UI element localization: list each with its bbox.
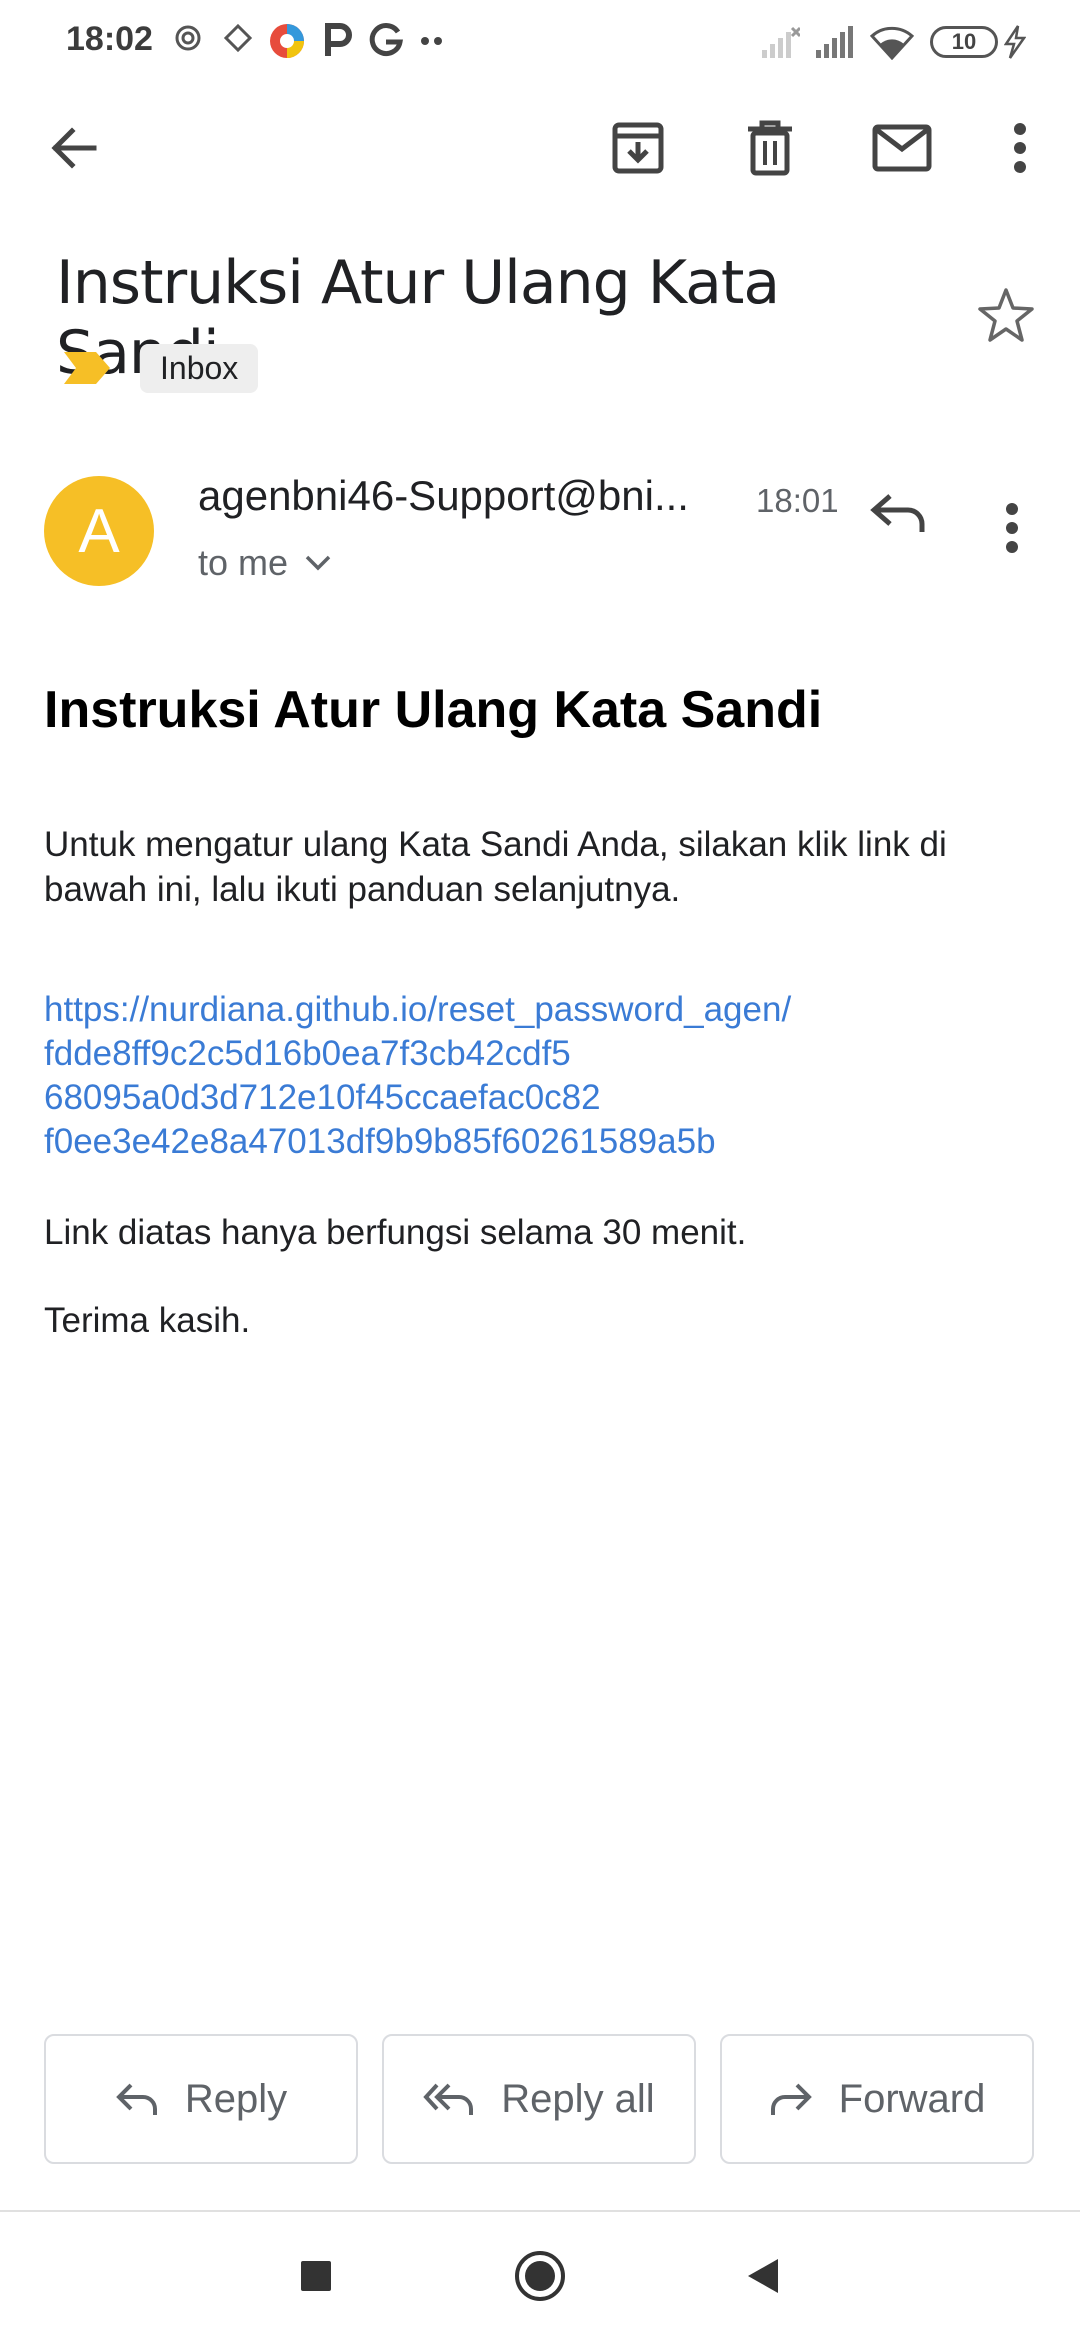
- reset-link-line[interactable]: 68095a0d3d712e10f45ccaefac0c82: [44, 1076, 1044, 1120]
- toolbar: [0, 100, 1080, 196]
- browser-notification-icon: [270, 24, 304, 58]
- charging-icon: [1004, 25, 1026, 59]
- forward-label: Forward: [838, 2076, 986, 2121]
- inbox-label-chip[interactable]: Inbox: [140, 343, 259, 393]
- back-arrow-icon: [51, 127, 97, 169]
- forward-button[interactable]: Forward: [720, 2034, 1034, 2164]
- reply-all-button[interactable]: Reply all: [382, 2034, 696, 2164]
- more-options-button[interactable]: [972, 100, 1068, 196]
- email-time: 18:01: [756, 482, 839, 519]
- back-triangle-icon: [748, 2259, 778, 2293]
- status-time: 18:02: [66, 20, 153, 58]
- reset-link[interactable]: https://nurdiana.github.io/reset_passwor…: [44, 988, 1044, 1164]
- email-paragraph-1: Untuk mengatur ulang Kata Sandi Anda, si…: [44, 825, 947, 909]
- recipient-details[interactable]: to me: [198, 542, 332, 584]
- reset-link-line[interactable]: fdde8ff9c2c5d16b0ea7f3cb42cdf5: [44, 1032, 1044, 1076]
- mark-unread-icon: [872, 124, 932, 172]
- reset-link-line[interactable]: f0ee3e42e8a47013df9b9b85f60261589a5b: [44, 1120, 1044, 1164]
- status-bar: 18:02 10: [0, 0, 1080, 84]
- delete-button[interactable]: [722, 100, 818, 196]
- signal-sim1-icon: [762, 26, 800, 58]
- reply-label: Reply: [184, 2076, 288, 2121]
- delete-icon: [748, 120, 792, 176]
- label-row: Inbox: [62, 342, 259, 394]
- signal-sim2-icon: [816, 26, 853, 58]
- back-nav-button[interactable]: [724, 2236, 804, 2316]
- email-paragraph-2: Link diatas hanya berfungsi selama 30 me…: [44, 1213, 747, 1252]
- wifi-icon: [870, 26, 914, 60]
- recipient-label: to me: [198, 542, 289, 583]
- mark-unread-button[interactable]: [854, 100, 950, 196]
- home-icon: [515, 2251, 565, 2301]
- more-vert-icon: [1006, 503, 1018, 553]
- chevron-down-icon: [305, 555, 331, 571]
- google-icon: [369, 23, 403, 57]
- recents-button[interactable]: [276, 2236, 356, 2316]
- settings-notification-icon: [175, 25, 201, 51]
- sender-avatar[interactable]: A: [44, 476, 154, 586]
- reply-all-icon: [423, 2083, 474, 2115]
- reply-all-label: Reply all: [501, 2076, 655, 2121]
- important-marker-icon[interactable]: [62, 350, 112, 386]
- more-notifications-icon: [421, 37, 442, 45]
- app-notification-icon: [223, 23, 253, 53]
- reply-icon: [870, 494, 925, 532]
- quick-reply-button[interactable]: [868, 488, 948, 568]
- back-button[interactable]: [26, 100, 122, 196]
- more-vert-icon: [1014, 123, 1026, 173]
- archive-icon: [612, 122, 664, 174]
- star-icon: [978, 288, 1034, 342]
- reply-icon: [116, 2083, 157, 2115]
- message-more-button[interactable]: [990, 488, 1050, 568]
- reset-link-line[interactable]: https://nurdiana.github.io/reset_passwor…: [44, 988, 1044, 1032]
- battery-level: 10: [951, 29, 977, 54]
- sender-name[interactable]: agenbni46-Support@bni...: [198, 472, 689, 520]
- star-button[interactable]: [976, 286, 1056, 366]
- forward-icon: [770, 2083, 812, 2115]
- archive-button[interactable]: [590, 100, 686, 196]
- email-paragraph-3: Terima kasih.: [44, 1301, 251, 1340]
- email-body-title: Instruksi Atur Ulang Kata Sandi: [44, 681, 823, 739]
- home-button[interactable]: [500, 2236, 580, 2316]
- reply-button[interactable]: Reply: [44, 2034, 358, 2164]
- battery-icon: 10: [930, 26, 998, 58]
- system-nav-bar: [0, 2212, 1080, 2340]
- recents-icon: [301, 2261, 331, 2291]
- p-app-icon: [325, 23, 352, 56]
